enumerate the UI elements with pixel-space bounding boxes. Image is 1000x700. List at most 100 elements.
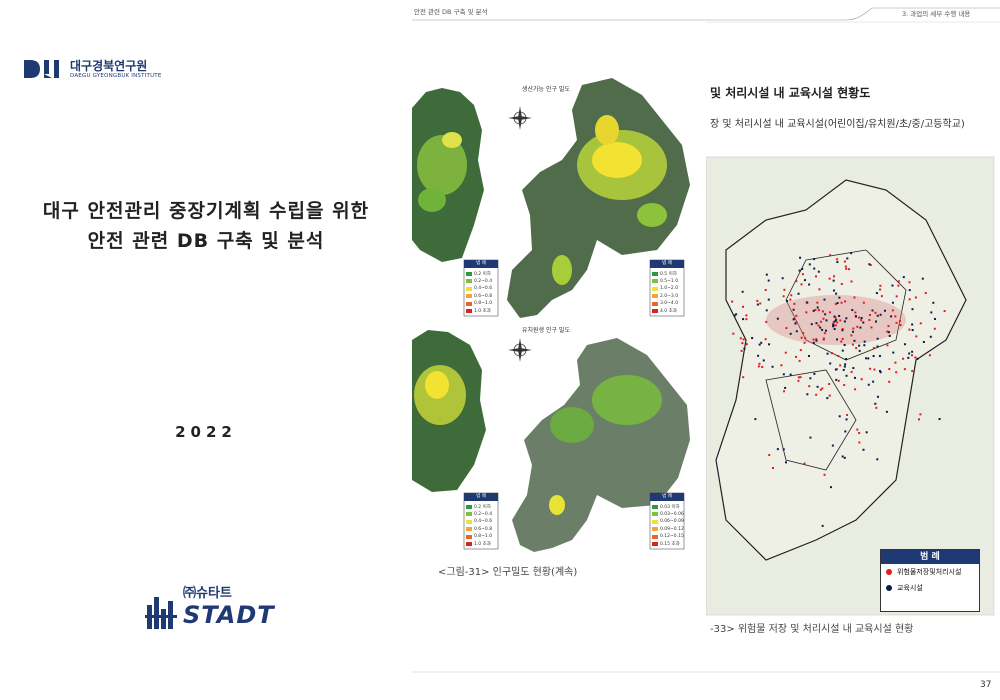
legend-row: 0.2 이하 (466, 270, 492, 278)
legend-row: 0.15 초과 (652, 541, 684, 549)
legend-row: 0.8~1.0 (466, 300, 492, 308)
legend-item-education-label: 교육시설 (897, 584, 923, 592)
legend-label: 0.2 이하 (474, 271, 491, 277)
legend-row: 0.03~0.06 (652, 511, 684, 519)
page-number: 37 (980, 680, 992, 690)
right-running-header: 3. 과업의 세부 수행 내용 (902, 10, 971, 18)
legend-swatch (652, 309, 658, 314)
legend-swatch (466, 504, 472, 509)
red-dot-icon (886, 569, 892, 575)
logo-english-text: DAEGU GYEONGBUK INSTITUTE (70, 72, 162, 79)
legend-label: 0.8~1.0 (474, 534, 493, 540)
map1-title: 생산가능 인구 밀도 (522, 86, 570, 93)
legend-row: 0.6~0.8 (466, 526, 492, 534)
legend-swatch (466, 512, 472, 517)
legend-swatch (466, 294, 472, 299)
legend4-items: 0.03 이하 0.03~0.06 0.06~0.09 0.09~0.12 0.12~0… (652, 503, 684, 548)
legend-row: 0.03 이하 (652, 503, 684, 511)
legend-swatch (652, 542, 658, 547)
legend4-title: 범 례 (662, 494, 672, 499)
legend-swatch (652, 527, 658, 532)
legend-label: 0.2 이하 (474, 504, 491, 510)
section-subtext: 장 및 처리시설 내 교육시설(어린이집/유치원/초/중/고등학교) (710, 119, 965, 130)
legend-label: 0.4~0.6 (474, 286, 493, 292)
dgi-logo-mark (24, 60, 59, 78)
map-legend-title: 범 례 (881, 550, 979, 564)
legend-swatch (652, 504, 658, 509)
legend-label: 0.6~0.8 (474, 526, 493, 532)
legend-swatch (466, 542, 472, 547)
legend-swatch (652, 534, 658, 539)
logo-korean-text: 대구경북연구원 (70, 58, 148, 73)
stadt-logo: ㈜슈타트 STADT (145, 582, 275, 629)
legend-label: 0.2~0.4 (474, 278, 493, 284)
legend-swatch (652, 271, 658, 276)
legend-row: 0.5~1.0 (652, 278, 678, 286)
legend-swatch (466, 286, 472, 291)
legend-swatch (652, 512, 658, 517)
legend-swatch (466, 519, 472, 524)
legend-swatch (652, 301, 658, 306)
legend-row: 0.6~0.8 (466, 293, 492, 301)
legend-label: 2.0~3.0 (660, 293, 679, 299)
legend-swatch (652, 286, 658, 291)
legend-label: 1.0 초과 (474, 309, 491, 315)
legend-row: 3.0~4.0 (652, 300, 678, 308)
legend-label: 0.06~0.09 (660, 519, 684, 525)
legend-row: 0.8~1.0 (466, 533, 492, 541)
legend-row: 1.0 초과 (466, 308, 492, 316)
legend-swatch (466, 271, 472, 276)
middle-page: 안전 관련 DB 구축 및 분석 생산가능 인구 밀도 유치원생 인구 밀도 범… (412, 0, 706, 700)
stadt-english-text: STADT (183, 601, 275, 629)
legend-item-hazard-label: 위험물저장및처리시설 (897, 568, 962, 576)
legend-label: 0.03 이하 (660, 504, 680, 510)
legend-row: 1.0~2.0 (652, 285, 678, 293)
legend-row: 1.0 초과 (466, 541, 492, 549)
legend-item-education: 교육시설 (881, 580, 979, 596)
cover-title-line2: 안전 관련 DB 구축 및 분석 (87, 230, 325, 252)
legend-swatch (466, 279, 472, 284)
section-heading: 및 처리시설 내 교육시설 현황도 (710, 86, 871, 100)
legend-row: 0.2~0.4 (466, 511, 492, 519)
middle-running-header: 안전 관련 DB 구축 및 분석 (414, 8, 488, 16)
legend-item-hazard: 위험물저장및처리시설 (881, 564, 979, 580)
stadt-logo-mark (145, 597, 177, 629)
cover-year: 2022 (175, 423, 237, 441)
legend-row: 0.2~0.4 (466, 278, 492, 286)
legend1-title: 범 례 (476, 261, 486, 266)
map-legend: 범 례 위험물저장및처리시설 교육시설 (880, 549, 980, 612)
legend-label: 4.0 초과 (660, 309, 677, 315)
legend-label: 0.12~0.15 (660, 534, 684, 540)
legend-row: 2.0~3.0 (652, 293, 678, 301)
legend3-items: 0.2 이하 0.2~0.4 0.4~0.6 0.6~0.8 0.8~1.0 1.0 초과 (466, 503, 492, 548)
figure31-caption: <그림-31> 인구밀도 현황(계속) (438, 567, 578, 578)
legend-label: 0.4~0.6 (474, 519, 493, 525)
legend-label: 3.0~4.0 (660, 301, 679, 307)
figure33-caption: -33> 위험물 저장 및 처리시설 내 교육시설 현황 (710, 624, 914, 635)
legend-row: 0.12~0.15 (652, 533, 684, 541)
legend-label: 0.6~0.8 (474, 293, 493, 299)
legend-swatch (652, 519, 658, 524)
legend-row: 0.4~0.6 (466, 518, 492, 526)
legend-label: 0.15 초과 (660, 542, 680, 548)
legend2-items: 0.5 이하 0.5~1.0 1.0~2.0 2.0~3.0 3.0~4.0 4.0 초과 (652, 270, 678, 315)
legend-label: 1.0 초과 (474, 542, 491, 548)
legend-label: 0.09~0.12 (660, 526, 684, 532)
legend1-items: 0.2 이하 0.2~0.4 0.4~0.6 0.6~0.8 0.8~1.0 1.0 초과 (466, 270, 492, 315)
legend-swatch (652, 294, 658, 299)
legend-label: 0.5 이하 (660, 271, 677, 277)
middle-page-graphics (412, 19, 706, 673)
legend-label: 0.2~0.4 (474, 511, 493, 517)
legend-row: 0.5 이하 (652, 270, 678, 278)
dgi-logo: 대구경북연구원 DAEGU GYEONGBUK INSTITUTE (24, 58, 162, 80)
legend-swatch (652, 279, 658, 284)
legend-row: 0.2 이하 (466, 503, 492, 511)
legend-label: 0.03~0.06 (660, 511, 684, 517)
legend-row: 0.06~0.09 (652, 518, 684, 526)
legend-swatch (466, 534, 472, 539)
legend-swatch (466, 309, 472, 314)
legend2-title: 범 례 (662, 261, 672, 266)
legend-swatch (466, 301, 472, 306)
cover-title: 대구 안전관리 중장기계획 수립을 위한 안전 관련 DB 구축 및 분석 (0, 196, 412, 256)
map2-title: 유치원생 인구 밀도 (522, 327, 570, 334)
